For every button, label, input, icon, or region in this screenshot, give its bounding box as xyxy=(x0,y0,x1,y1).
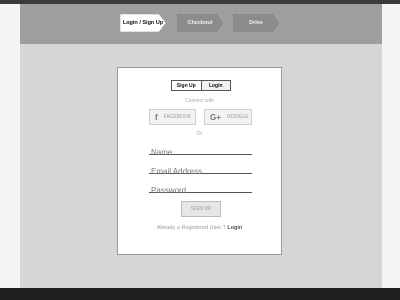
password-field xyxy=(149,180,252,195)
google-plus-icon: G+ xyxy=(210,112,221,122)
tab-signup[interactable]: Sign Up xyxy=(172,81,201,90)
name-field xyxy=(149,142,252,157)
login-link[interactable]: Login xyxy=(227,225,242,231)
facebook-button[interactable]: f FACEBOOK xyxy=(149,109,196,125)
right-margin xyxy=(382,4,400,288)
facebook-icon: f xyxy=(155,112,158,122)
step-checkout[interactable]: Checkout xyxy=(177,14,223,32)
step-label: Checkout xyxy=(187,20,213,26)
name-input[interactable] xyxy=(149,148,252,157)
email-input[interactable] xyxy=(149,167,252,176)
registered-text: Already a Registered User ? xyxy=(156,225,226,231)
auth-card: Sign Up Login Connect with f FACEBOOK G+… xyxy=(117,67,282,255)
auth-tabs: Sign Up Login xyxy=(171,80,231,91)
signup-button[interactable]: SIGN UP xyxy=(181,201,221,217)
step-label: Drive xyxy=(249,20,263,26)
google-label: GOOGLE xyxy=(226,114,249,120)
connect-with-label: Connect with xyxy=(185,98,214,104)
facebook-label: FACEBOOK xyxy=(163,114,192,120)
or-divider-label: Or xyxy=(196,131,203,137)
tab-login[interactable]: Login xyxy=(200,81,230,90)
step-drive[interactable]: Drive xyxy=(233,14,279,32)
password-input[interactable] xyxy=(149,186,252,195)
registered-user-line: Already a Registered User ? Login xyxy=(118,225,281,231)
left-margin xyxy=(0,4,20,288)
email-field xyxy=(149,161,252,176)
step-login-signup[interactable]: Login / Sign Up xyxy=(120,14,166,32)
footer-bar xyxy=(0,288,400,300)
google-button[interactable]: G+ GOOGLE xyxy=(204,109,252,125)
step-label: Login / Sign Up xyxy=(122,20,164,26)
